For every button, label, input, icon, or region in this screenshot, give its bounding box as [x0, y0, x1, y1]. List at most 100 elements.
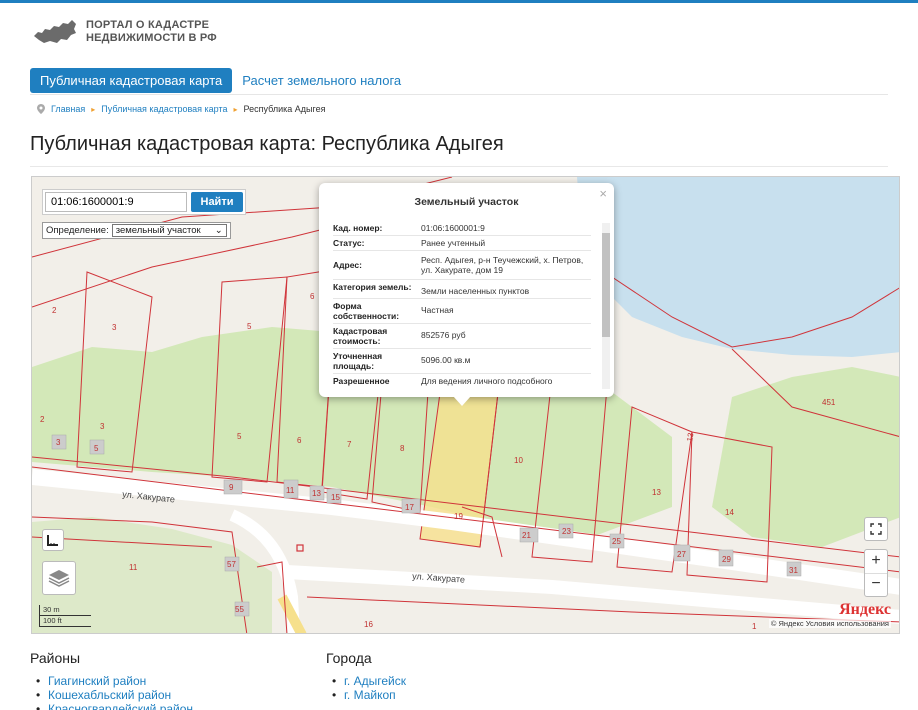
- popup-info-table: Кад. номер: 01:06:1600001:9 Статус: Ране…: [333, 221, 591, 388]
- svg-text:23: 23: [562, 527, 571, 536]
- info-key: Уточненная площадь:: [333, 351, 383, 371]
- map-viewport[interactable]: ул. Хакурате ул. Хакурате 2 3 5 6 2 3 3 …: [31, 176, 900, 634]
- districts-list: Гиагинский район Кошехабльский район Кра…: [30, 674, 193, 710]
- svg-text:5: 5: [247, 322, 252, 331]
- breadcrumb-cadastral-map[interactable]: Публичная кадастровая карта: [101, 104, 227, 114]
- info-value: Респ. Адыгея, р-н Теучежский, х. Петров,…: [421, 255, 584, 275]
- city-link[interactable]: г. Адыгейск: [326, 674, 406, 688]
- definition-select-value: земельный участок: [115, 225, 201, 236]
- svg-text:3: 3: [100, 422, 105, 431]
- info-row: Кад. номер: 01:06:1600001:9: [333, 221, 591, 236]
- breadcrumb-separator-icon: ▸: [233, 104, 238, 114]
- svg-text:3: 3: [112, 323, 117, 332]
- russia-map-icon: [34, 20, 76, 43]
- svg-text:27: 27: [677, 550, 686, 559]
- scrollbar-thumb[interactable]: [602, 233, 610, 337]
- location-pin-icon: [37, 104, 45, 114]
- svg-text:1: 1: [752, 622, 757, 631]
- divider: [30, 166, 888, 167]
- svg-text:19: 19: [454, 512, 463, 521]
- definition-selector: Определение: земельный участок ⌄: [42, 222, 231, 239]
- district-link[interactable]: Красногвардейский район: [30, 702, 193, 710]
- top-accent-line: [0, 0, 918, 3]
- svg-text:5: 5: [237, 432, 242, 441]
- svg-text:25: 25: [612, 537, 621, 546]
- svg-text:11: 11: [286, 486, 295, 495]
- svg-text:13: 13: [652, 488, 661, 497]
- popup-title: Земельный участок: [414, 196, 519, 208]
- breadcrumb: Главная ▸ Публичная кадастровая карта ▸ …: [37, 104, 325, 114]
- zoom-control: + −: [864, 549, 888, 597]
- info-row: Форма собственности: Частная: [333, 299, 591, 324]
- svg-text:6: 6: [297, 436, 302, 445]
- info-row: Категория земель: Земли населенных пункт…: [333, 280, 591, 299]
- info-value: Частная: [421, 305, 454, 315]
- tab-cadastral-map[interactable]: Публичная кадастровая карта: [30, 68, 233, 93]
- info-key: Кад. номер:: [333, 223, 383, 233]
- info-key: Форма собственности:: [333, 301, 400, 321]
- svg-text:11: 11: [129, 563, 138, 572]
- site-logo[interactable]: ПОРТАЛ О КАДАСТРЕ НЕДВИЖИМОСТИ В РФ: [32, 18, 217, 46]
- info-row: Кадастровая стоимость: 852576 руб: [333, 324, 591, 349]
- districts-section: Районы Гиагинский район Кошехабльский ра…: [30, 650, 193, 710]
- info-value: 852576 руб: [421, 330, 466, 340]
- find-button[interactable]: Найти: [191, 192, 243, 212]
- yandex-logo[interactable]: Яндекс: [839, 601, 891, 619]
- svg-text:13: 13: [312, 489, 321, 498]
- scale-metric: 30 m: [39, 605, 91, 616]
- layers-icon: [48, 570, 70, 587]
- ruler-tool-button[interactable]: [42, 529, 64, 551]
- fullscreen-button[interactable]: [864, 517, 888, 541]
- tab-land-tax[interactable]: Расчет земельного налога: [232, 68, 411, 93]
- svg-text:2: 2: [52, 306, 57, 315]
- main-nav: Публичная кадастровая карта Расчет земел…: [30, 67, 888, 95]
- page-title: Публичная кадастровая карта: Республика …: [30, 133, 504, 155]
- svg-text:8: 8: [400, 444, 405, 453]
- ruler-icon: [47, 535, 58, 546]
- city-link[interactable]: г. Майкоп: [326, 688, 406, 702]
- svg-text:21: 21: [522, 531, 531, 540]
- point-marker: [296, 544, 304, 552]
- logo-line-2: НЕДВИЖИМОСТИ В РФ: [86, 32, 217, 44]
- info-value: Ранее учтенный: [421, 238, 486, 248]
- info-key: Кадастровая стоимость:: [333, 326, 388, 346]
- svg-text:55: 55: [235, 605, 244, 614]
- district-link[interactable]: Гиагинский район: [30, 674, 193, 688]
- breadcrumb-separator-icon: ▸: [91, 104, 96, 114]
- cadastral-number-input[interactable]: [45, 192, 187, 212]
- parcel-info-popup: × Земельный участок Кад. номер: 01:06:16…: [319, 183, 614, 397]
- cadastral-search: Найти: [42, 189, 246, 215]
- fullscreen-icon: [870, 523, 882, 535]
- scale-imperial: 100 ft: [39, 616, 91, 627]
- svg-text:9: 9: [229, 483, 234, 492]
- info-row: Адрес: Респ. Адыгея, р-н Теучежский, х. …: [333, 251, 591, 280]
- zoom-out-button[interactable]: −: [865, 574, 887, 597]
- svg-text:6: 6: [310, 292, 315, 301]
- cities-list: г. Адыгейск г. Майкоп: [326, 674, 406, 702]
- layers-button[interactable]: [42, 561, 76, 595]
- svg-text:2: 2: [40, 415, 45, 424]
- svg-text:29: 29: [722, 555, 731, 564]
- chevron-down-icon: ⌄: [214, 225, 223, 236]
- svg-text:14: 14: [725, 508, 734, 517]
- popup-scrollbar[interactable]: [602, 223, 610, 389]
- breadcrumb-home[interactable]: Главная: [51, 104, 85, 114]
- zoom-in-button[interactable]: +: [865, 550, 887, 574]
- info-key: Разрешенное: [333, 376, 390, 386]
- map-scale: 30 m 100 ft: [39, 605, 91, 627]
- map-terms-link[interactable]: © Яндекс Условия использования: [768, 619, 891, 628]
- district-link[interactable]: Кошехабльский район: [30, 688, 193, 702]
- svg-text:16: 16: [364, 620, 373, 629]
- definition-select[interactable]: земельный участок ⌄: [111, 224, 227, 237]
- svg-text:7: 7: [347, 440, 352, 449]
- definition-label: Определение:: [46, 225, 109, 236]
- info-value: 5096.00 кв.м: [421, 355, 471, 365]
- info-row: Уточненная площадь: 5096.00 кв.м: [333, 349, 591, 374]
- svg-text:15: 15: [331, 493, 340, 502]
- svg-text:31: 31: [789, 566, 798, 575]
- svg-text:5: 5: [94, 444, 99, 453]
- water-area: [577, 177, 899, 357]
- svg-text:3: 3: [56, 438, 61, 447]
- svg-text:17: 17: [405, 503, 414, 512]
- svg-text:451: 451: [822, 398, 836, 407]
